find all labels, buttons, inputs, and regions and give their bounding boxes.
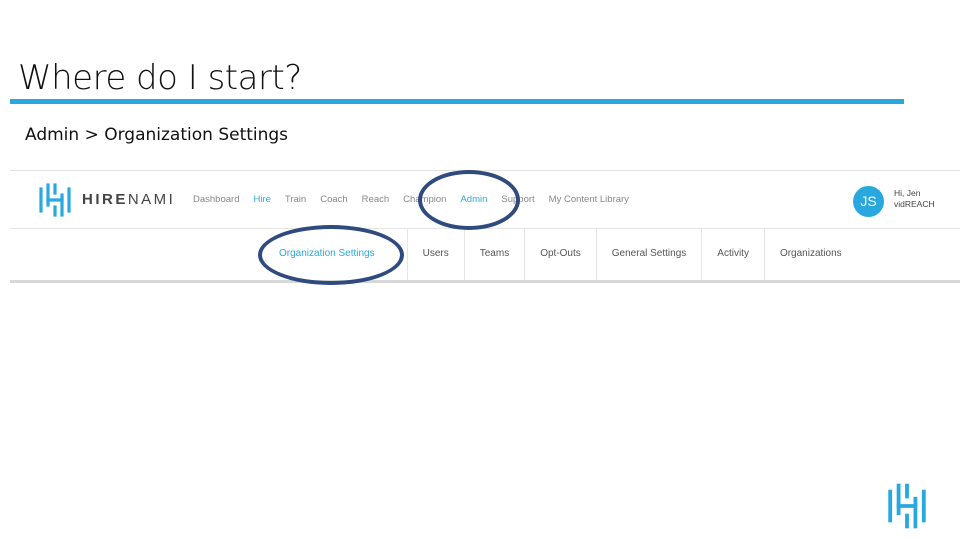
tab-opt-outs[interactable]: Opt-Outs [524, 228, 596, 280]
nav-my-content-library[interactable]: My Content Library [549, 194, 629, 205]
tab-general-settings[interactable]: General Settings [595, 228, 702, 280]
nav-coach[interactable]: Coach [320, 194, 347, 205]
nav-train[interactable]: Train [285, 194, 306, 205]
tab-activity[interactable]: Activity [701, 228, 764, 280]
screenshot-bottom-rule [10, 280, 960, 283]
nav-dashboard[interactable]: Dashboard [193, 194, 239, 205]
tab-teams[interactable]: Teams [463, 228, 524, 280]
admin-highlight-circle [418, 170, 520, 230]
slide-title: Where do I start? [18, 58, 302, 98]
breadcrumb: Admin > Organization Settings [25, 125, 289, 145]
user-greeting: Hi, Jen vidREACH [894, 188, 935, 210]
tab-organizations[interactable]: Organizations [763, 228, 857, 280]
avatar[interactable]: JS [853, 186, 884, 217]
account-name: vidREACH [894, 199, 935, 209]
hirenami-logo-icon[interactable] [38, 183, 72, 217]
org-settings-highlight-circle [258, 225, 404, 285]
nav-hire[interactable]: Hire [253, 194, 270, 205]
title-underline [10, 99, 904, 104]
greeting-text: Hi, Jen [894, 188, 921, 198]
brand-name[interactable]: HIRENAMI [82, 191, 175, 208]
tab-users[interactable]: Users [406, 228, 464, 280]
nav-reach[interactable]: Reach [362, 194, 389, 205]
corner-logo-icon [888, 483, 926, 529]
